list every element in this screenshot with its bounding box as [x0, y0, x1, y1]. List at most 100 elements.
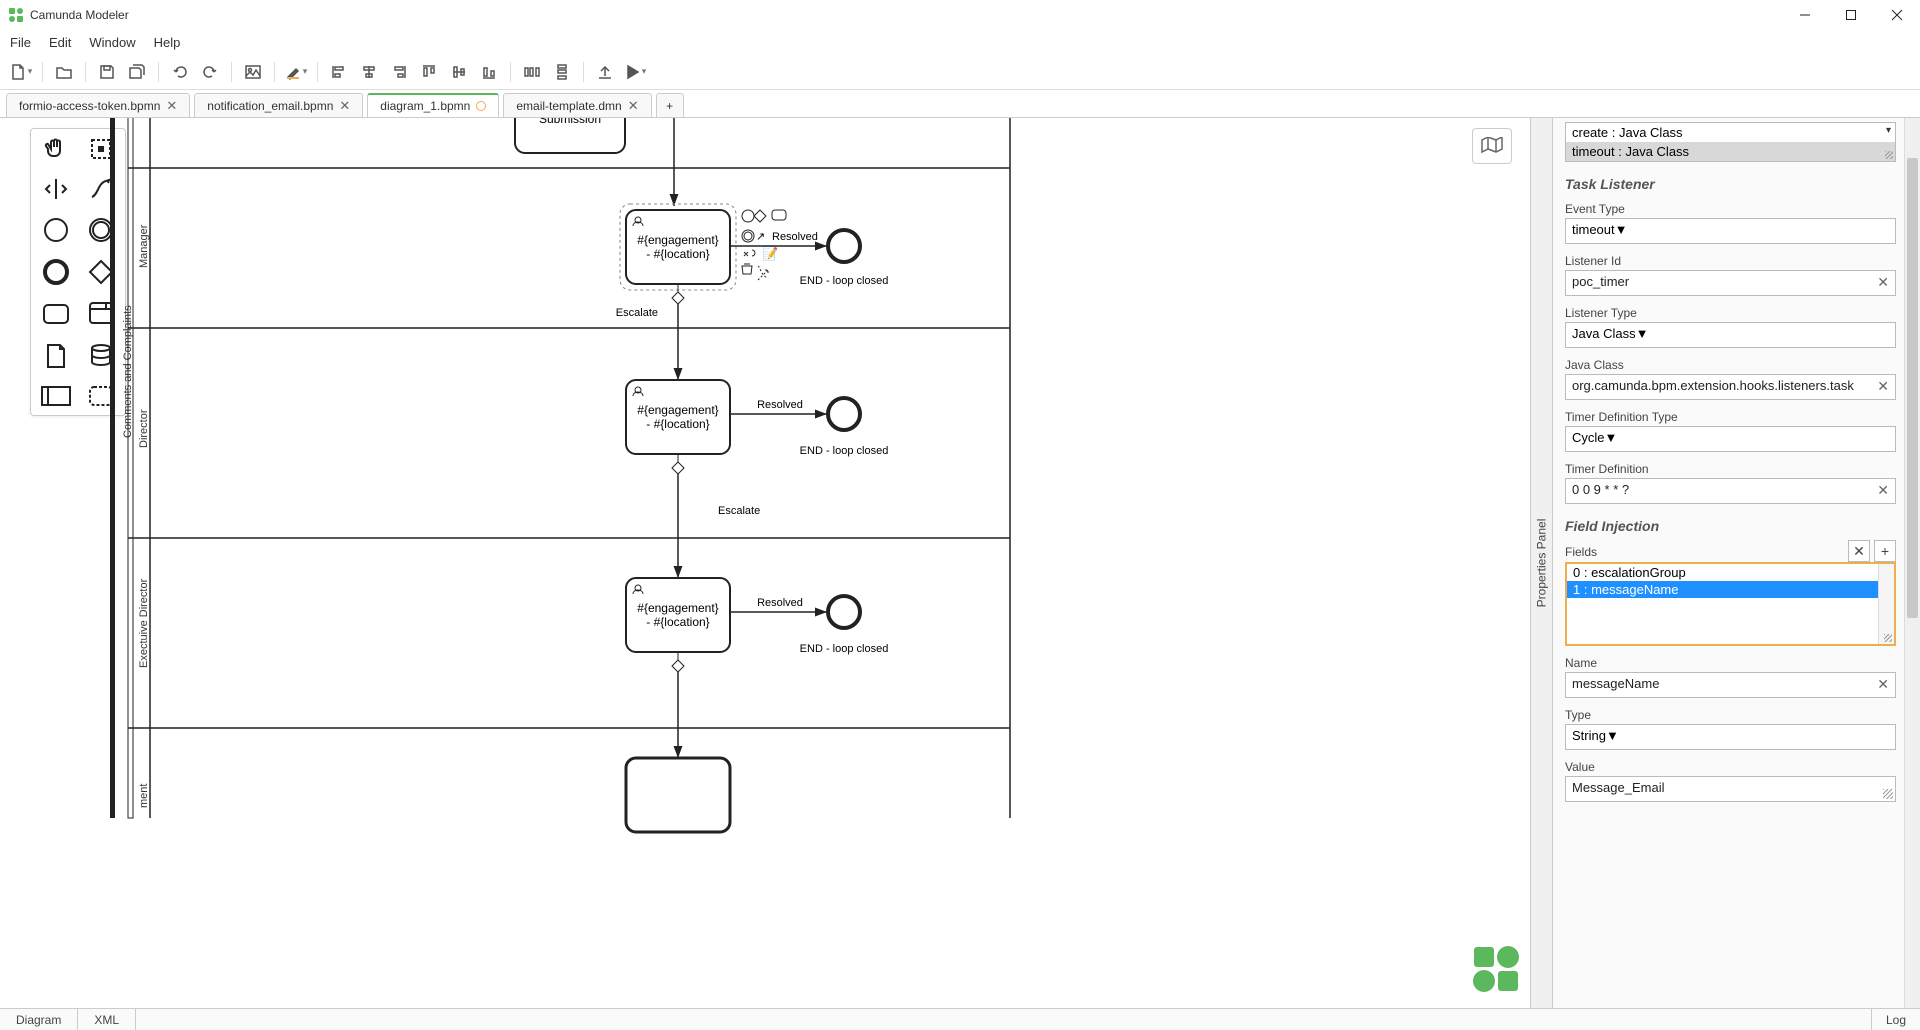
- footer-tab-xml[interactable]: XML: [78, 1009, 136, 1030]
- pool-icon[interactable]: [39, 385, 72, 407]
- footer-tab-diagram[interactable]: Diagram: [0, 1009, 78, 1030]
- color-button[interactable]: ▾: [283, 59, 309, 85]
- window-minimize-button[interactable]: [1782, 0, 1828, 30]
- redo-button[interactable]: [197, 59, 223, 85]
- clear-icon[interactable]: ✕: [1877, 676, 1889, 693]
- list-item[interactable]: 1 : messageName: [1567, 581, 1894, 598]
- svg-text:END - loop closed: END - loop closed: [800, 643, 889, 655]
- camunda-logo-icon: [1470, 943, 1522, 1000]
- panel-scrollbar[interactable]: [1904, 118, 1920, 1008]
- close-icon[interactable]: ✕: [166, 98, 177, 114]
- remove-field-button[interactable]: ✕: [1848, 540, 1870, 562]
- properties-panel-toggle[interactable]: Properties Panel: [1531, 118, 1553, 1008]
- listener-id-input[interactable]: poc_timer✕: [1565, 270, 1896, 296]
- field-name-label: Name: [1565, 656, 1896, 670]
- tab-add-button[interactable]: +: [656, 93, 684, 117]
- image-button[interactable]: [240, 59, 266, 85]
- tab-notification-email[interactable]: notification_email.bpmn ✕: [194, 93, 363, 117]
- properties-panel: Properties Panel create : Java Class tim…: [1530, 118, 1920, 1008]
- timer-def-label: Timer Definition: [1565, 462, 1896, 476]
- listener-id-label: Listener Id: [1565, 254, 1896, 268]
- new-file-button[interactable]: ▾: [8, 59, 34, 85]
- tab-diagram-1[interactable]: diagram_1.bpmn: [367, 93, 499, 117]
- field-value-input[interactable]: Message_Email: [1565, 776, 1896, 802]
- fields-label: Fields: [1565, 545, 1844, 559]
- footer-bar: Diagram XML Log: [0, 1008, 1920, 1030]
- field-name-input[interactable]: messageName✕: [1565, 672, 1896, 698]
- field-type-label: Type: [1565, 708, 1896, 722]
- java-class-input[interactable]: org.camunda.bpm.extension.hooks.listener…: [1565, 374, 1896, 400]
- menu-help[interactable]: Help: [154, 35, 181, 50]
- run-button[interactable]: ▾: [622, 59, 648, 85]
- resize-handle-icon[interactable]: [1880, 630, 1894, 644]
- fields-listbox[interactable]: 0 : escalationGroup 1 : messageName: [1565, 562, 1896, 646]
- space-tool-icon[interactable]: [39, 177, 72, 201]
- start-event-icon[interactable]: [39, 217, 72, 243]
- resize-handle-icon[interactable]: [1883, 789, 1893, 799]
- open-file-button[interactable]: [51, 59, 77, 85]
- list-item[interactable]: create : Java Class: [1566, 123, 1895, 142]
- window-maximize-button[interactable]: [1828, 0, 1874, 30]
- tab-label: diagram_1.bpmn: [380, 99, 470, 113]
- minimap-toggle[interactable]: [1472, 128, 1512, 164]
- clear-icon[interactable]: ✕: [1877, 274, 1889, 291]
- align-top-button[interactable]: [416, 59, 442, 85]
- timer-def-input[interactable]: 0 0 9 * * ?✕: [1565, 478, 1896, 504]
- align-bottom-button[interactable]: [476, 59, 502, 85]
- window-close-button[interactable]: [1874, 0, 1920, 30]
- dropdown-icon[interactable]: ▾: [1886, 125, 1891, 136]
- hand-tool-icon[interactable]: [39, 137, 72, 161]
- save-all-button[interactable]: [124, 59, 150, 85]
- list-item[interactable]: 0 : escalationGroup: [1567, 564, 1894, 581]
- event-type-select[interactable]: timeout▼: [1565, 218, 1896, 244]
- deploy-button[interactable]: [592, 59, 618, 85]
- align-center-v-button[interactable]: [446, 59, 472, 85]
- distribute-v-button[interactable]: [549, 59, 575, 85]
- menu-window[interactable]: Window: [89, 35, 135, 50]
- context-pad: ↗ Resolved 📝: [742, 210, 818, 280]
- end-event-icon[interactable]: [39, 259, 72, 285]
- save-button[interactable]: [94, 59, 120, 85]
- task-icon[interactable]: [39, 301, 72, 327]
- svg-text:Escalate: Escalate: [616, 307, 658, 319]
- unsaved-icon: [476, 101, 486, 111]
- list-item[interactable]: timeout : Java Class: [1566, 142, 1895, 161]
- tab-label: notification_email.bpmn: [207, 99, 333, 113]
- menu-file[interactable]: File: [10, 35, 31, 50]
- menu-edit[interactable]: Edit: [49, 35, 71, 50]
- clear-icon[interactable]: ✕: [1877, 378, 1889, 395]
- svg-text:Escalate: Escalate: [718, 505, 760, 517]
- tab-formio-access-token[interactable]: formio-access-token.bpmn✕: [6, 93, 190, 117]
- diagram-canvas[interactable]: Comments and Complaints Manager Director…: [110, 118, 1530, 1008]
- event-type-label: Event Type: [1565, 202, 1896, 216]
- svg-text:- #{location}: - #{location}: [646, 417, 709, 431]
- clear-icon[interactable]: ✕: [1877, 482, 1889, 499]
- close-icon[interactable]: ✕: [339, 98, 350, 114]
- undo-button[interactable]: [167, 59, 193, 85]
- svg-text:📝: 📝: [762, 246, 778, 261]
- tabs-bar: formio-access-token.bpmn✕ notification_e…: [0, 90, 1920, 118]
- align-left-button[interactable]: [326, 59, 352, 85]
- align-center-h-button[interactable]: [356, 59, 382, 85]
- distribute-h-button[interactable]: [519, 59, 545, 85]
- task-submission-label: Submission: [539, 118, 601, 126]
- resize-handle-icon[interactable]: [1881, 147, 1895, 161]
- footer-log-button[interactable]: Log: [1871, 1009, 1920, 1030]
- listener-type-select[interactable]: Java Class▼: [1565, 322, 1896, 348]
- timer-def-type-label: Timer Definition Type: [1565, 410, 1896, 424]
- listeners-list[interactable]: create : Java Class timeout : Java Class…: [1565, 122, 1896, 162]
- svg-text:Resolved: Resolved: [757, 597, 803, 609]
- svg-text:END - loop closed: END - loop closed: [800, 275, 889, 287]
- tab-label: email-template.dmn: [516, 99, 621, 113]
- data-object-icon[interactable]: [39, 343, 72, 369]
- svg-text:#{engagement}: #{engagement}: [637, 601, 718, 615]
- titlebar: Camunda Modeler: [0, 0, 1920, 30]
- close-icon[interactable]: ✕: [628, 98, 639, 114]
- toolbar: ▾ ▾ ▾: [0, 54, 1920, 90]
- tab-email-template[interactable]: email-template.dmn ✕: [503, 93, 651, 117]
- field-type-select[interactable]: String▼: [1565, 724, 1896, 750]
- add-field-button[interactable]: +: [1874, 540, 1896, 562]
- svg-text:#{engagement}: #{engagement}: [637, 403, 718, 417]
- align-right-button[interactable]: [386, 59, 412, 85]
- timer-def-type-select[interactable]: Cycle▼: [1565, 426, 1896, 452]
